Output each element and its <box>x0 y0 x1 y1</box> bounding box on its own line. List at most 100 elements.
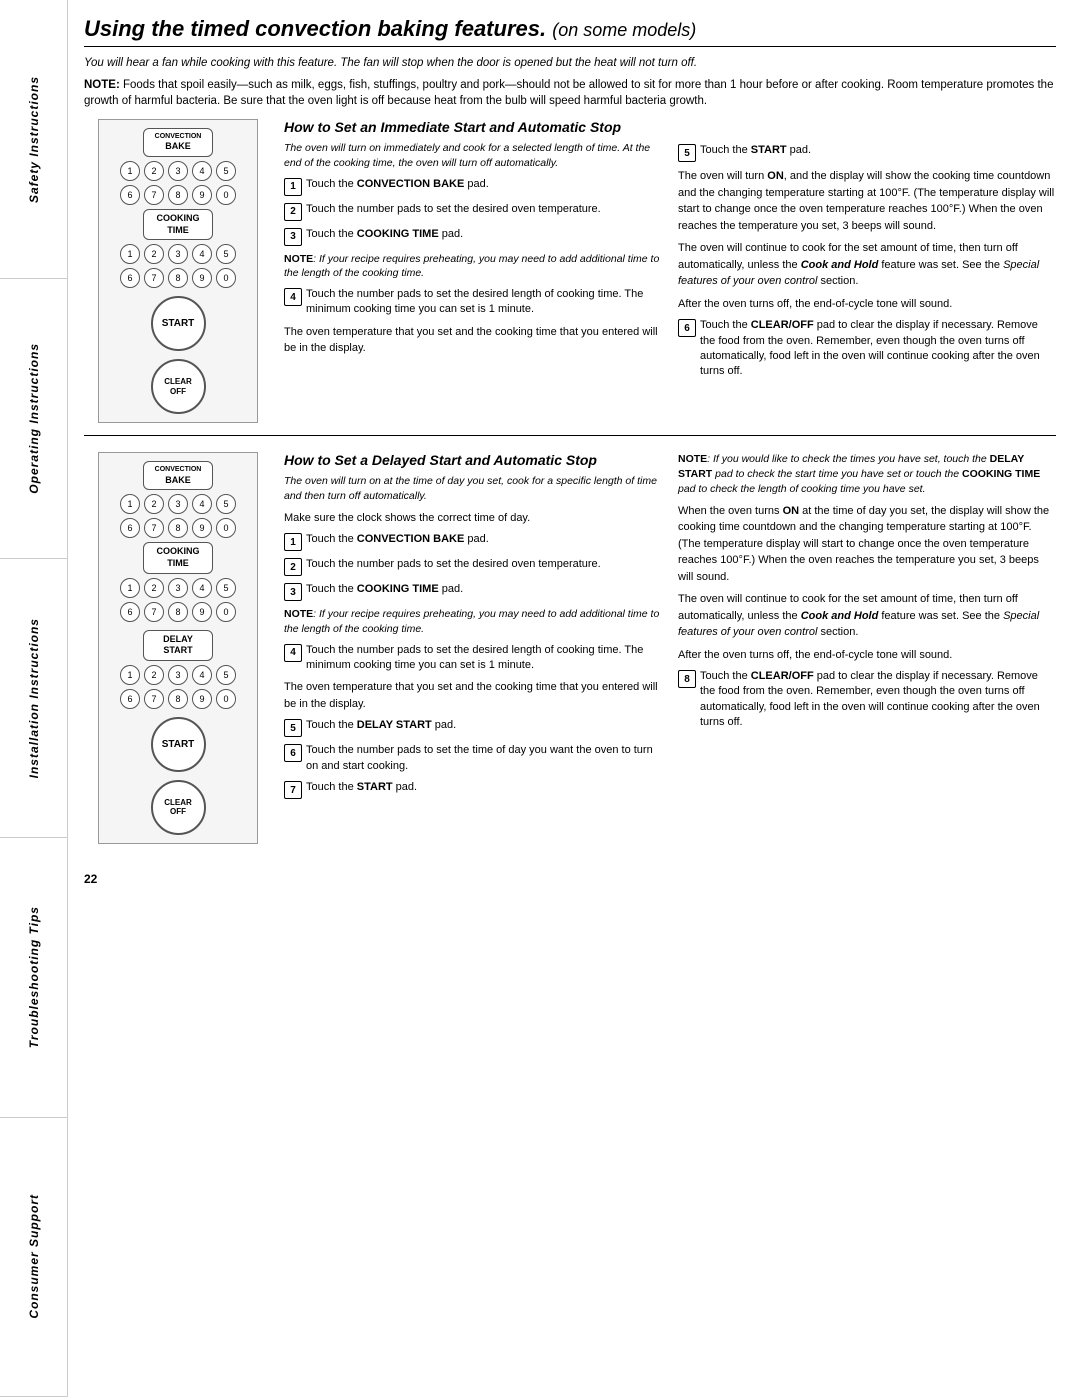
section2-right: How to Set a Delayed Start and Automatic… <box>284 452 1056 844</box>
sidebar: Safety Instructions Operating Instructio… <box>0 0 68 1397</box>
sidebar-label-troubleshooting: Troubleshooting Tips <box>27 906 41 1048</box>
btn-1-0[interactable]: 0 <box>216 185 236 205</box>
btn-2-3[interactable]: 3 <box>168 494 188 514</box>
section2-step5: 5 Touch the DELAY START pad. <box>284 718 662 737</box>
step1-text: Touch the CONVECTION BAKE pad. <box>306 177 662 192</box>
btn-2-16[interactable]: 6 <box>120 602 140 622</box>
s2-step5-num: 5 <box>284 719 302 737</box>
page-title: Using the timed convection baking featur… <box>84 16 1056 47</box>
delay-start-btn-2[interactable]: DELAY START <box>143 630 213 661</box>
btn-2-11[interactable]: 1 <box>120 578 140 598</box>
btn-1-4[interactable]: 4 <box>192 161 212 181</box>
btn-2-8[interactable]: 8 <box>168 518 188 538</box>
title-text: Using the timed convection baking featur… <box>84 16 546 41</box>
btn-1-5[interactable]: 5 <box>216 161 236 181</box>
btn-2-27[interactable]: 7 <box>144 689 164 709</box>
btn-2-18[interactable]: 8 <box>168 602 188 622</box>
btn-2-12[interactable]: 2 <box>144 578 164 598</box>
btn-2-25[interactable]: 5 <box>216 665 236 685</box>
btn-2-6[interactable]: 6 <box>120 518 140 538</box>
start-btn-1[interactable]: START <box>151 296 206 351</box>
btn-2-13[interactable]: 3 <box>168 578 188 598</box>
btn-2-4[interactable]: 4 <box>192 494 212 514</box>
s2-step8-text: Touch the CLEAR/OFF pad to clear the dis… <box>700 669 1056 731</box>
section1-body1: The oven will turn ON, and the display w… <box>678 168 1056 234</box>
start-btn-2[interactable]: START <box>151 717 206 772</box>
section-immediate: CONVECTION BAKE 1 2 3 4 5 6 7 8 9 0 <box>84 119 1056 436</box>
btn-1-3[interactable]: 3 <box>168 161 188 181</box>
clear-off-btn-2[interactable]: CLEAROFF <box>151 780 206 835</box>
btn-2-17[interactable]: 7 <box>144 602 164 622</box>
section1-col-right-inner: 5 Touch the START pad. The oven will tur… <box>678 143 1056 380</box>
main-content: Using the timed convection baking featur… <box>68 0 1080 1397</box>
btn-2-20[interactable]: 0 <box>216 689 236 709</box>
start-delay-label-2: START <box>150 645 206 657</box>
convection-bake-btn-1[interactable]: CONVECTION BAKE <box>143 128 213 157</box>
btn-1-11[interactable]: 1 <box>120 244 140 264</box>
btn-2-7[interactable]: 7 <box>144 518 164 538</box>
btn-2-21[interactable]: 1 <box>120 665 140 685</box>
btn-2-5[interactable]: 5 <box>216 494 236 514</box>
btn-1-19[interactable]: 9 <box>192 268 212 288</box>
btn-2-26[interactable]: 6 <box>120 689 140 709</box>
btn-1-13[interactable]: 3 <box>168 244 188 264</box>
btn-2-22[interactable]: 2 <box>144 665 164 685</box>
s2-step6-num: 6 <box>284 744 302 762</box>
section1-step1: 1 Touch the CONVECTION BAKE pad. <box>284 177 662 196</box>
btn-1-8[interactable]: 8 <box>168 185 188 205</box>
convection-label-2: CONVECTION <box>150 465 206 474</box>
btn-2-14[interactable]: 4 <box>192 578 212 598</box>
btn-1-2[interactable]: 2 <box>144 161 164 181</box>
section2-step3: 3 Touch the COOKING TIME pad. <box>284 582 662 601</box>
sidebar-section-consumer: Consumer Support <box>0 1118 67 1397</box>
s2-step1-num: 1 <box>284 533 302 551</box>
num-row-2d: 6 7 8 9 0 <box>120 602 236 622</box>
btn-1-16[interactable]: 6 <box>120 268 140 288</box>
btn-1-14[interactable]: 4 <box>192 244 212 264</box>
btn-1-9[interactable]: 9 <box>192 185 212 205</box>
btn-2-23[interactable]: 3 <box>168 665 188 685</box>
btn-1-6[interactable]: 6 <box>120 185 140 205</box>
btn-1-15[interactable]: 5 <box>216 244 236 264</box>
btn-2-19[interactable]: 9 <box>192 602 212 622</box>
btn-2-10[interactable]: 0 <box>216 602 236 622</box>
num-row-1d: 6 7 8 9 0 <box>120 268 236 288</box>
sidebar-section-installation: Installation Instructions <box>0 559 67 838</box>
btn-2-0[interactable]: 0 <box>216 518 236 538</box>
btn-1-12[interactable]: 2 <box>144 244 164 264</box>
btn-1-17[interactable]: 7 <box>144 268 164 288</box>
step1-num: 1 <box>284 178 302 196</box>
btn-1-10[interactable]: 0 <box>216 268 236 288</box>
subtitle-text: (on some models) <box>552 20 696 40</box>
btn-1-7[interactable]: 7 <box>144 185 164 205</box>
btn-2-28[interactable]: 8 <box>168 689 188 709</box>
bake-label-2: BAKE <box>150 475 206 487</box>
btn-2-15[interactable]: 5 <box>216 578 236 598</box>
btn-2-2[interactable]: 2 <box>144 494 164 514</box>
convection-bake-btn-2[interactable]: CONVECTION BAKE <box>143 461 213 490</box>
step3-num: 3 <box>284 228 302 246</box>
btn-1-1[interactable]: 1 <box>120 161 140 181</box>
section1-step3: 3 Touch the COOKING TIME pad. <box>284 227 662 246</box>
btn-1-18[interactable]: 8 <box>168 268 188 288</box>
btn-2-1[interactable]: 1 <box>120 494 140 514</box>
cooking-label-2: COOKING <box>150 546 206 558</box>
cooking-time-btn-1[interactable]: COOKING TIME <box>143 209 213 240</box>
oven-panel-1: CONVECTION BAKE 1 2 3 4 5 6 7 8 9 0 <box>98 119 258 423</box>
section2-note-left: NOTE: If your recipe requires preheating… <box>284 607 662 636</box>
clear-off-btn-1[interactable]: CLEAROFF <box>151 359 206 414</box>
section2-step6: 6 Touch the number pads to set the time … <box>284 743 662 774</box>
btn-2-9[interactable]: 9 <box>192 518 212 538</box>
num-row-2a: 1 2 3 4 5 <box>120 494 236 514</box>
section1-col-left: How to Set an Immediate Start and Automa… <box>284 119 662 423</box>
step2-num: 2 <box>284 203 302 221</box>
s2-step7-text: Touch the START pad. <box>306 780 662 795</box>
s2-step3-num: 3 <box>284 583 302 601</box>
cooking-time-btn-2[interactable]: COOKING TIME <box>143 542 213 573</box>
sidebar-label-consumer: Consumer Support <box>27 1194 41 1319</box>
btn-2-29[interactable]: 9 <box>192 689 212 709</box>
step4-num: 4 <box>284 288 302 306</box>
s2-step1-text: Touch the CONVECTION BAKE pad. <box>306 532 662 547</box>
btn-2-24[interactable]: 4 <box>192 665 212 685</box>
section2-body1: When the oven turns ON at the time of da… <box>678 503 1056 586</box>
